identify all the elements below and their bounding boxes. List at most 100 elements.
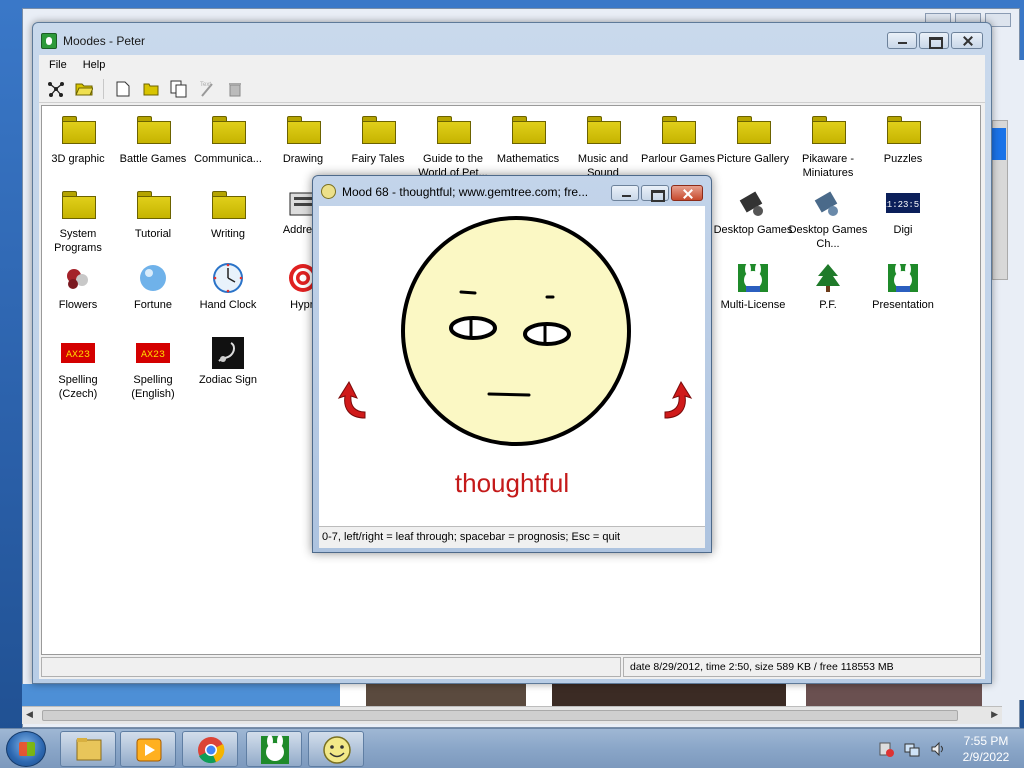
network-icon[interactable] bbox=[45, 78, 67, 100]
previous-mood-arrow-icon[interactable] bbox=[335, 368, 375, 424]
menu-help[interactable]: Help bbox=[77, 57, 112, 73]
item-spelling-english[interactable]: AX23 Spelling (English) bbox=[113, 337, 193, 401]
mood-minimize-button[interactable] bbox=[611, 185, 639, 201]
taskbar-explorer[interactable] bbox=[60, 731, 116, 767]
folder-icon bbox=[212, 191, 246, 219]
desktop-games-check-icon bbox=[811, 187, 845, 219]
mood-face bbox=[401, 216, 631, 446]
item-mathematics[interactable]: Mathematics bbox=[488, 112, 568, 166]
spelling-icon: AX23 bbox=[136, 337, 170, 369]
folder-icon bbox=[62, 116, 96, 144]
mood-maximize-button[interactable] bbox=[641, 185, 669, 202]
main-status-bar: date 8/29/2012, time 2:50, size 589 KB /… bbox=[41, 657, 981, 677]
item-multi-license[interactable]: Multi-License bbox=[713, 262, 793, 312]
item-fortune[interactable]: Fortune bbox=[113, 262, 193, 312]
smiley-icon bbox=[321, 184, 336, 199]
crystal-ball-icon bbox=[136, 262, 170, 294]
network-tray-icon[interactable] bbox=[904, 741, 920, 757]
christmas-tree-icon bbox=[811, 262, 845, 294]
mood-window-title: Mood 68 - thoughtful; www.gemtree.com; f… bbox=[342, 184, 589, 199]
main-title-bar: Moodes - Peter bbox=[41, 31, 145, 51]
item-picture-gallery[interactable]: Picture Gallery bbox=[713, 112, 793, 166]
desktop-games-icon bbox=[736, 187, 770, 219]
folder-icon bbox=[137, 116, 171, 144]
item-fairy-tales[interactable]: Fairy Tales bbox=[338, 112, 418, 166]
item-guide-world-pet[interactable]: Guide to the World of Pet... bbox=[413, 112, 493, 180]
media-player-icon bbox=[136, 738, 162, 762]
item-flowers[interactable]: Flowers bbox=[38, 262, 118, 312]
item-desktop-games[interactable]: Desktop Games bbox=[713, 187, 793, 237]
item-drawing[interactable]: Drawing bbox=[263, 112, 343, 166]
folder-icon bbox=[887, 116, 921, 144]
item-writing[interactable]: Writing bbox=[188, 187, 268, 241]
item-desktop-games-ch[interactable]: Desktop Games Ch... bbox=[788, 187, 868, 251]
mood-display-area: thoughtful 0-7, left/right = leaf throug… bbox=[319, 206, 705, 548]
folder-icon[interactable] bbox=[140, 78, 162, 100]
taskbar-clock[interactable]: 7:55 PM 2/9/2022 bbox=[956, 733, 1016, 765]
folder-icon bbox=[62, 191, 96, 219]
taskbar-moodes[interactable] bbox=[246, 731, 302, 767]
analog-clock-icon bbox=[211, 262, 245, 294]
taskbar-media-player[interactable] bbox=[120, 731, 176, 767]
scroll-right-arrow-icon[interactable]: ▶ bbox=[991, 709, 998, 720]
bunny-icon bbox=[736, 262, 770, 294]
main-maximize-button[interactable] bbox=[919, 32, 949, 49]
bunny-app-icon bbox=[261, 735, 289, 764]
svg-text:AX23: AX23 bbox=[66, 350, 90, 361]
toolbar: Text bbox=[39, 75, 985, 103]
scroll-left-arrow-icon[interactable]: ◀ bbox=[26, 709, 33, 720]
trash-icon[interactable] bbox=[224, 78, 246, 100]
mood-window: Mood 68 - thoughtful; www.gemtree.com; f… bbox=[312, 175, 712, 553]
background-image-strip bbox=[22, 684, 982, 708]
menu-bar: File Help bbox=[39, 55, 985, 75]
action-center-icon[interactable] bbox=[878, 741, 894, 757]
item-battle-games[interactable]: Battle Games bbox=[113, 112, 193, 166]
folder-icon bbox=[812, 116, 846, 144]
item-puzzles[interactable]: Puzzles bbox=[863, 112, 943, 166]
volume-icon[interactable] bbox=[930, 741, 946, 757]
background-horizontal-scrollbar[interactable]: ◀ ▶ bbox=[22, 706, 1002, 724]
menu-file[interactable]: File bbox=[43, 57, 73, 73]
copy-icon[interactable] bbox=[168, 78, 190, 100]
start-button[interactable] bbox=[6, 731, 46, 767]
clock-time: 7:55 PM bbox=[963, 734, 1009, 748]
folder-icon bbox=[212, 116, 246, 144]
folder-icon bbox=[737, 116, 771, 144]
mood-close-button[interactable] bbox=[671, 185, 703, 201]
taskbar-mood[interactable] bbox=[308, 731, 364, 767]
main-window-title: Moodes - Peter bbox=[63, 34, 146, 48]
digital-clock-icon: 11:23:51 bbox=[881, 187, 925, 219]
item-system-programs[interactable]: System Programs bbox=[38, 187, 118, 255]
item-digi[interactable]: 11:23:51Digi bbox=[863, 187, 943, 237]
main-close-button[interactable] bbox=[951, 32, 983, 49]
flowers-icon bbox=[61, 262, 95, 294]
item-presentation[interactable]: Presentation bbox=[863, 262, 943, 312]
text-tool-icon[interactable]: Text bbox=[196, 78, 218, 100]
taskbar-chrome[interactable] bbox=[182, 731, 238, 767]
svg-text:AX23: AX23 bbox=[141, 350, 165, 361]
item-communication[interactable]: Communica... bbox=[188, 112, 268, 166]
new-document-icon[interactable] bbox=[112, 78, 134, 100]
item-tutorial[interactable]: Tutorial bbox=[113, 187, 193, 241]
mood-caption-buttons bbox=[611, 185, 703, 202]
item-parlour-games[interactable]: Parlour Games bbox=[638, 112, 718, 166]
next-mood-arrow-icon[interactable] bbox=[655, 368, 695, 424]
scroll-thumb[interactable] bbox=[42, 710, 958, 721]
item-pikaware-miniatures[interactable]: Pikaware - Miniatures bbox=[788, 112, 868, 180]
item-pf[interactable]: P.F. bbox=[788, 262, 868, 312]
open-folder-icon[interactable] bbox=[73, 78, 95, 100]
main-caption-buttons bbox=[887, 32, 983, 49]
folder-icon bbox=[512, 116, 546, 144]
main-minimize-button[interactable] bbox=[887, 32, 917, 49]
spelling-icon: AX23 bbox=[61, 337, 95, 369]
folder-icon bbox=[362, 116, 396, 144]
item-3d-graphic[interactable]: 3D graphic bbox=[38, 112, 118, 166]
folder-icon bbox=[437, 116, 471, 144]
item-spelling-czech[interactable]: AX23 Spelling (Czech) bbox=[38, 337, 118, 401]
item-zodiac-sign[interactable]: Zodiac Sign bbox=[188, 337, 268, 387]
status-file-info: date 8/29/2012, time 2:50, size 589 KB /… bbox=[623, 657, 981, 677]
chrome-icon bbox=[198, 737, 225, 764]
item-hand-clock[interactable]: Hand Clock bbox=[188, 262, 268, 312]
item-music-and-sound[interactable]: Music and Sound bbox=[563, 112, 643, 180]
moodes-app-icon bbox=[41, 33, 57, 49]
